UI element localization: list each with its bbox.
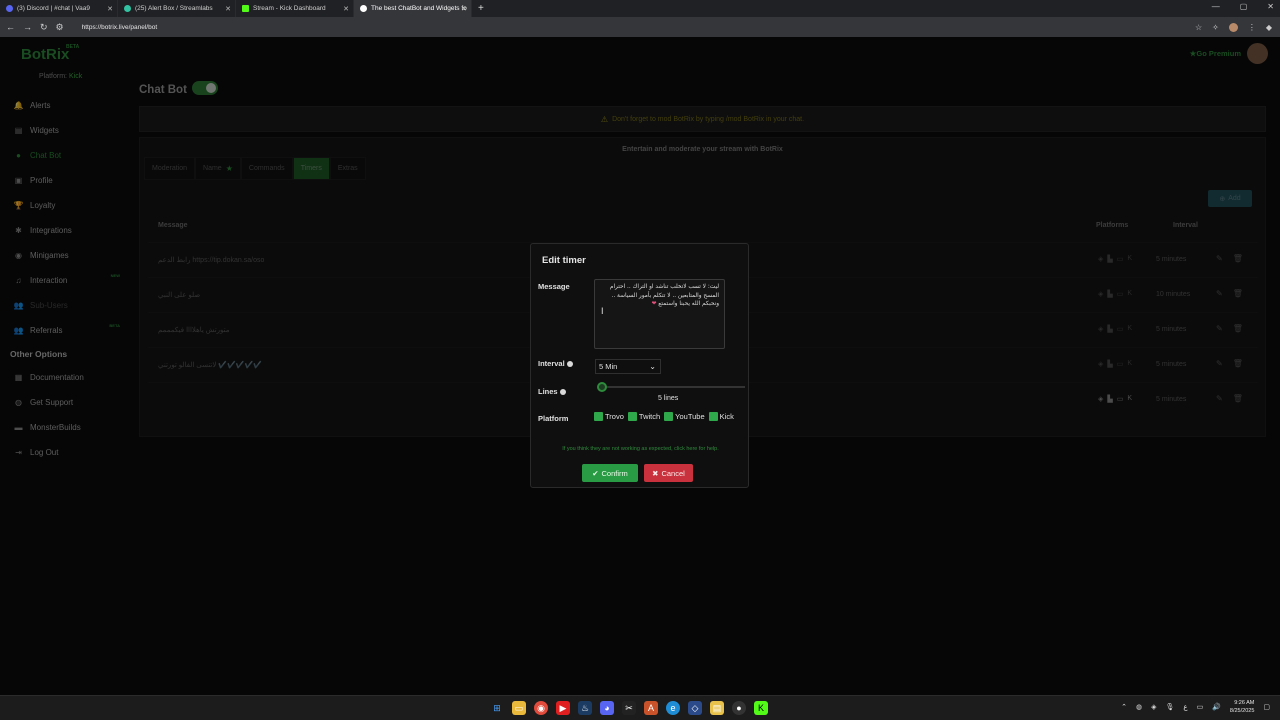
discord-icon[interactable]: ◕: [600, 701, 614, 715]
browser-tab[interactable]: (3) Discord | #chat | Vaa9 ✕: [0, 0, 118, 17]
window-close-icon[interactable]: ✕: [1267, 2, 1274, 11]
text-cursor-icon: I: [601, 306, 604, 316]
confirm-button[interactable]: ✔ Confirm: [582, 464, 638, 482]
browser-tab-strip: (3) Discord | #chat | Vaa9 ✕ (25) Alert B…: [0, 0, 1280, 17]
platform-options: Trovo Twitch YouTube Kick: [594, 412, 734, 421]
browser-tab[interactable]: Stream - Kick Dashboard ✕: [236, 0, 354, 17]
kick-icon: [242, 5, 249, 12]
chevron-down-icon: ⌄: [649, 362, 656, 371]
browser-tab-active[interactable]: The best ChatBot and Widgets fo ✕: [354, 0, 472, 17]
platform-checkbox-youtube[interactable]: YouTube: [664, 412, 705, 421]
back-icon[interactable]: ←: [6, 22, 15, 32]
notification-icon[interactable]: ▢: [1263, 703, 1270, 711]
taskbar-apps: ⊞ ▭ ◉ ▶ ♨ ◕ ✂ A e ◇ ▤ ● K: [490, 701, 768, 715]
lines-value: 5 lines: [658, 395, 679, 402]
site-info-icon[interactable]: ⚙: [56, 22, 64, 33]
obs-icon[interactable]: ●: [732, 701, 746, 715]
kick-app-icon[interactable]: K: [754, 701, 768, 715]
capcut-icon[interactable]: ✂: [622, 701, 636, 715]
clock[interactable]: 9:26 AM 8/25/2025: [1230, 699, 1254, 715]
discord-icon: [6, 5, 13, 12]
platform-checkbox-twitch[interactable]: Twitch: [627, 412, 660, 421]
platform-checkbox-kick[interactable]: Kick: [708, 412, 734, 421]
steam-icon[interactable]: ♨: [578, 701, 592, 715]
message-label: Message: [538, 282, 570, 291]
streamlabs-icon: [124, 5, 131, 12]
lines-slider-track[interactable]: [599, 386, 745, 388]
botrix-icon: [360, 5, 367, 12]
platform-checkbox-trovo[interactable]: Trovo: [594, 412, 624, 421]
interval-label: Interval: [538, 359, 573, 368]
new-tab-icon[interactable]: +: [478, 3, 484, 14]
mic-icon[interactable]: 🎙: [1165, 703, 1174, 711]
browser-profile-avatar[interactable]: [1228, 22, 1238, 32]
minimize-icon[interactable]: —: [1212, 2, 1220, 11]
volume-icon[interactable]: 🔊: [1212, 703, 1221, 711]
info-icon[interactable]: [566, 361, 573, 368]
close-icon[interactable]: ✕: [107, 5, 113, 13]
heart-emoji: ❤: [651, 301, 657, 307]
interval-select[interactable]: 5 Min ⌄: [595, 359, 661, 374]
copilot-icon[interactable]: ◆: [1266, 23, 1272, 32]
windows-start-icon[interactable]: ⊞: [490, 701, 504, 715]
window-controls: — ▢ ✕: [1212, 2, 1274, 11]
url-field[interactable]: https://botrix.live/panel/bot: [82, 24, 158, 31]
system-tray: ⌃ ◍ ◈ 🎙 ع ▭ 🔊 9:26 AM 8/25/2025 ▢: [1121, 699, 1270, 715]
notes-icon[interactable]: ▤: [710, 701, 724, 715]
checkbox-checked[interactable]: [627, 412, 637, 421]
chevron-up-icon[interactable]: ⌃: [1121, 703, 1127, 711]
chrome-icon[interactable]: ◉: [534, 701, 548, 715]
edit-timer-modal: Edit timer Message ليت: لا تسب لاتخلب تن…: [530, 243, 749, 488]
tray-app-icon[interactable]: ◍: [1136, 703, 1142, 711]
bookmark-star-icon[interactable]: ☆: [1195, 23, 1202, 32]
adobe-icon[interactable]: A: [644, 701, 658, 715]
help-link[interactable]: If you think they are not working as exp…: [531, 446, 750, 452]
network-icon[interactable]: ▭: [1197, 703, 1204, 711]
forward-icon[interactable]: →: [23, 22, 32, 32]
security-icon[interactable]: ◈: [1151, 703, 1156, 711]
lines-slider-handle[interactable]: [597, 382, 607, 392]
edge-icon[interactable]: e: [666, 701, 680, 715]
menu-dots-icon[interactable]: ⋮: [1248, 23, 1256, 32]
close-icon: ✖: [652, 468, 659, 478]
checkbox-checked[interactable]: [708, 412, 718, 421]
browser-tab[interactable]: (25) Alert Box / Streamlabs ✕: [118, 0, 236, 17]
close-icon[interactable]: ✕: [225, 5, 231, 13]
language-icon[interactable]: ع: [1183, 703, 1187, 711]
file-explorer-icon[interactable]: ▭: [512, 701, 526, 715]
lines-label: Lines: [538, 387, 566, 396]
windows-taskbar: ⊞ ▭ ◉ ▶ ♨ ◕ ✂ A e ◇ ▤ ● K ⌃ ◍ ◈ 🎙 ع ▭ 🔊 …: [0, 695, 1280, 720]
reload-icon[interactable]: ↻: [40, 22, 48, 33]
message-textarea[interactable]: ليت: لا تسب لاتخلب تناشد او التراك .. اح…: [594, 279, 725, 349]
checkbox-checked[interactable]: [664, 412, 674, 421]
checkbox-checked[interactable]: [594, 412, 603, 421]
info-icon[interactable]: [559, 389, 566, 396]
modal-title: Edit timer: [542, 255, 586, 266]
close-icon[interactable]: ✕: [461, 5, 467, 13]
maximize-icon[interactable]: ▢: [1240, 2, 1248, 11]
check-icon: ✔: [592, 468, 599, 478]
close-icon[interactable]: ✕: [343, 5, 349, 13]
extensions-icon[interactable]: ✧: [1212, 23, 1219, 32]
platform-label: Platform: [538, 414, 569, 423]
address-bar: ← → ↻ ⚙ https://botrix.live/panel/bot ☆ …: [0, 17, 1280, 37]
cancel-button[interactable]: ✖ Cancel: [644, 464, 693, 482]
vpn-icon[interactable]: ◇: [688, 701, 702, 715]
youtube-icon[interactable]: ▶: [556, 701, 570, 715]
